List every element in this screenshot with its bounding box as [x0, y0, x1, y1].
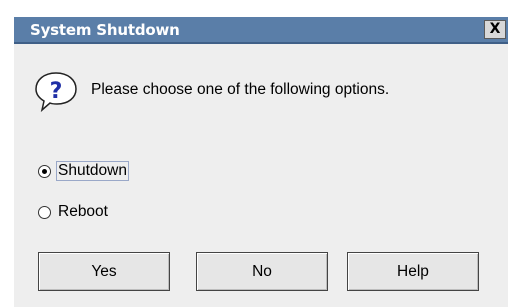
- system-shutdown-dialog: System Shutdown X ? Please choose one of…: [14, 17, 508, 307]
- no-button[interactable]: No: [196, 252, 328, 291]
- radio-button-reboot[interactable]: [38, 206, 51, 219]
- radio-button-shutdown[interactable]: [38, 165, 51, 178]
- question-icon: ?: [35, 72, 77, 113]
- title-bar[interactable]: System Shutdown X: [14, 17, 508, 44]
- dialog-title: System Shutdown: [30, 21, 180, 39]
- question-mark-glyph: ?: [50, 79, 63, 104]
- yes-button[interactable]: Yes: [38, 252, 170, 291]
- radio-label-shutdown[interactable]: Shutdown: [56, 161, 129, 181]
- help-button[interactable]: Help: [347, 252, 479, 291]
- radio-label-reboot[interactable]: Reboot: [56, 202, 110, 222]
- close-icon: X: [489, 21, 501, 37]
- close-button[interactable]: X: [484, 20, 506, 39]
- radio-selected-dot: [42, 169, 47, 174]
- dialog-message: Please choose one of the following optio…: [91, 81, 390, 98]
